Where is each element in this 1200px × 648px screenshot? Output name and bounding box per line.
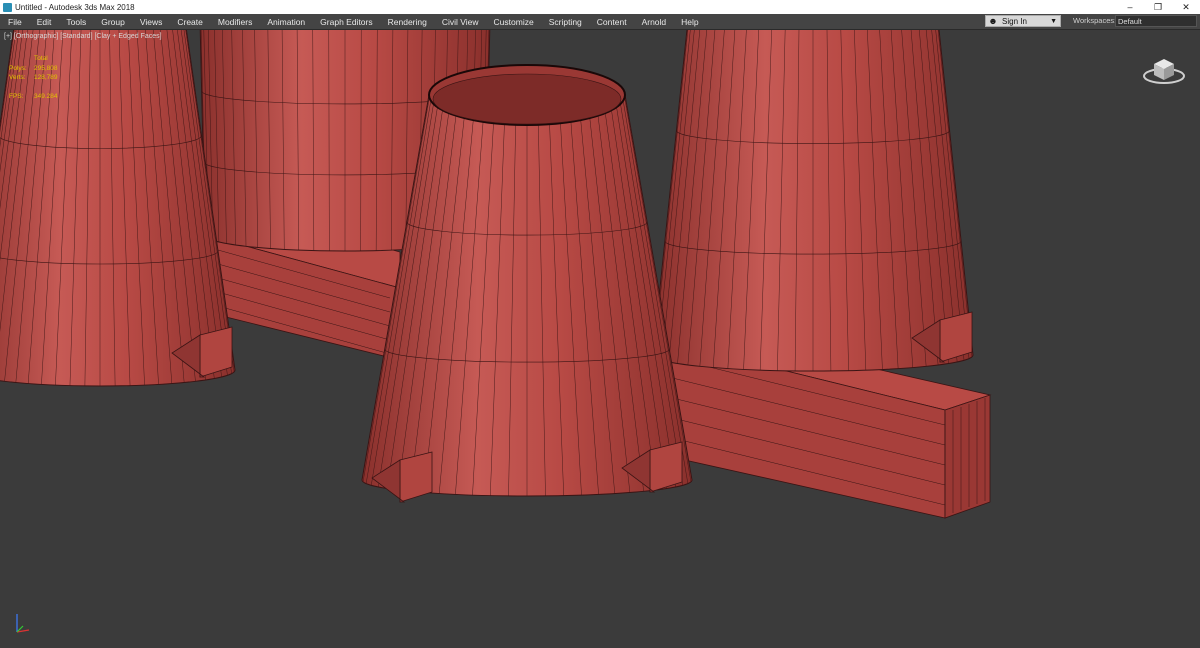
scene-canvas[interactable] bbox=[0, 30, 1200, 648]
menu-item-edit[interactable]: Edit bbox=[29, 17, 59, 27]
menu-item-create[interactable]: Create bbox=[169, 17, 210, 27]
axis-tripod-icon bbox=[16, 614, 30, 633]
verts-label: Verts: bbox=[9, 74, 26, 81]
viewport-label[interactable]: [+] [Orthographic] [Standard] [Clay + Ed… bbox=[4, 33, 162, 40]
chevron-down-icon: ▼ bbox=[1050, 17, 1057, 25]
menu-item-tools[interactable]: Tools bbox=[58, 17, 93, 27]
menu-item-file[interactable]: File bbox=[0, 17, 29, 27]
menu-item-group[interactable]: Group bbox=[93, 17, 132, 27]
menu-item-arnold[interactable]: Arnold bbox=[634, 17, 674, 27]
window-title: Untitled - Autodesk 3ds Max 2018 bbox=[15, 2, 135, 12]
menu-item-scripting[interactable]: Scripting bbox=[541, 17, 589, 27]
menu-item-rendering[interactable]: Rendering bbox=[380, 17, 434, 27]
fps-value: 349.284 bbox=[34, 92, 58, 100]
app-icon bbox=[3, 2, 12, 12]
workspaces-label: Workspaces: bbox=[1073, 16, 1117, 25]
menu-item-civil-view[interactable]: Civil View bbox=[434, 17, 486, 27]
foot-front-left[interactable] bbox=[399, 451, 433, 503]
polys-value: 295,808 bbox=[34, 64, 58, 72]
workspaces-select[interactable]: Default bbox=[1115, 15, 1197, 27]
menu-item-graph-editors[interactable]: Graph Editors bbox=[312, 17, 379, 27]
sign-in-label: Sign In bbox=[1002, 16, 1027, 26]
menu-item-content[interactable]: Content bbox=[589, 17, 634, 27]
fps-label: FPS: bbox=[9, 92, 24, 100]
menu-item-views[interactable]: Views bbox=[132, 17, 170, 27]
stats-header: Total bbox=[34, 55, 48, 62]
viewport[interactable]: [+] [Orthographic] [Standard] [Clay + Ed… bbox=[0, 30, 1200, 648]
close-button[interactable]: ✕ bbox=[1172, 0, 1200, 14]
menu-item-modifiers[interactable]: Modifiers bbox=[210, 17, 259, 27]
sign-in-dropdown[interactable]: ☻ Sign In ▼ bbox=[985, 15, 1061, 27]
cone-back-right[interactable] bbox=[652, 30, 974, 372]
menu-item-customize[interactable]: Customize bbox=[486, 17, 541, 27]
title-bar: Untitled - Autodesk 3ds Max 2018 – ❐ ✕ bbox=[0, 0, 1200, 14]
restore-button[interactable]: ❐ bbox=[1144, 0, 1172, 14]
beam-right-end[interactable] bbox=[944, 394, 991, 519]
menu-bar: File Edit Tools Group Views Create Modifiers An… bbox=[0, 14, 1200, 30]
minimize-button[interactable]: – bbox=[1116, 0, 1144, 14]
menu-item-animation[interactable]: Animation bbox=[259, 17, 312, 27]
stats-overlay: Total Polys: 295,808 Verts: 128,789 FPS: 34… bbox=[9, 54, 58, 101]
user-icon: ☻ bbox=[988, 16, 998, 26]
viewcube-icon[interactable] bbox=[1142, 52, 1186, 88]
menu-item-help[interactable]: Help bbox=[673, 17, 705, 27]
verts-value: 128,789 bbox=[34, 74, 58, 81]
polys-label: Polys: bbox=[9, 64, 27, 72]
main-menu: File Edit Tools Group Views Create Modifiers An… bbox=[0, 14, 706, 29]
